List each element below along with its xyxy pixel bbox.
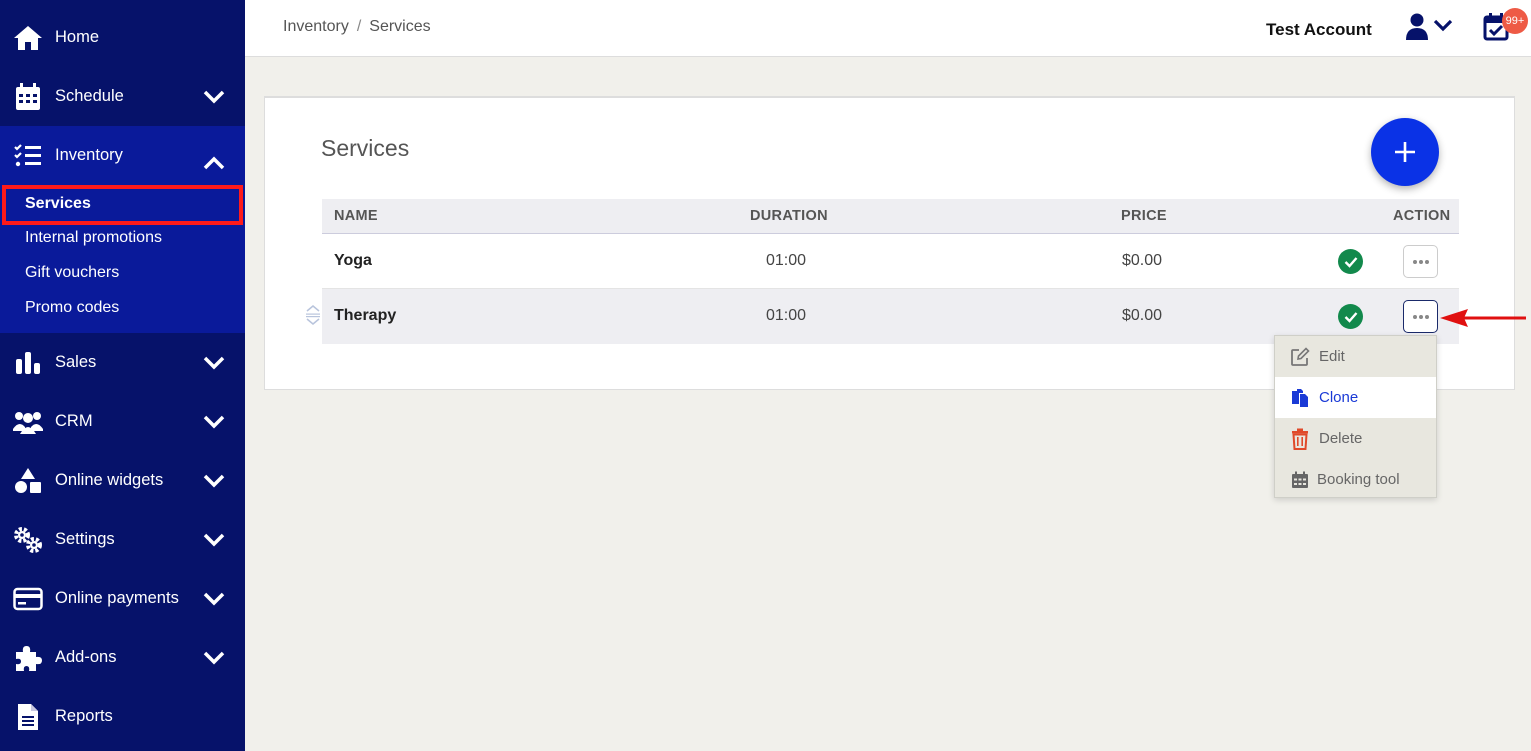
plus-icon [1395,142,1415,162]
sidebar-item-label: Online payments [55,589,179,607]
sidebar-item-online-payments[interactable]: Online payments [0,569,245,628]
column-header-name[interactable]: NAME [334,208,378,224]
sidebar-item-sales[interactable]: Sales [0,333,245,392]
breadcrumb-inventory[interactable]: Inventory [283,18,349,36]
document-icon [12,702,44,732]
annotation-arrow-icon [1440,309,1526,327]
copy-icon [1289,387,1311,409]
service-name: Yoga [334,252,372,269]
gears-icon [12,525,44,555]
menu-item-label: Booking tool [1317,471,1400,488]
service-name: Therapy [334,307,397,324]
menu-item-booking-tool[interactable]: Booking tool [1275,459,1436,500]
calendar-icon [1289,469,1311,491]
active-check-icon [1338,304,1363,329]
sidebar-subitem-promo-codes[interactable]: Promo codes [25,299,119,317]
sidebar-item-online-widgets[interactable]: Online widgets [0,451,245,510]
puzzle-icon [12,643,44,673]
trash-icon [1289,428,1311,450]
row-actions-button[interactable] [1403,300,1438,333]
sidebar-item-label: Schedule [55,87,124,105]
sidebar-item-inventory[interactable]: Inventory [0,126,245,185]
sidebar-item-schedule[interactable]: Schedule [0,67,245,126]
service-duration: 01:00 [766,252,807,269]
chevron-down-icon [203,651,225,664]
shapes-icon [12,466,44,496]
chevron-down-icon [203,356,225,369]
sidebar-item-label: Add-ons [55,648,117,666]
credit-card-icon [12,584,44,614]
service-price: $0.00 [1122,307,1163,324]
bar-chart-icon [12,348,44,378]
breadcrumb-separator: / [356,18,362,35]
table-header: NAME DURATION PRICE ACTION [322,199,1459,234]
calendar-icon [12,82,44,112]
edit-icon [1289,346,1311,368]
sidebar-item-label: Home [55,28,100,46]
sidebar-subitem-services[interactable]: Services [2,185,243,225]
service-duration: 01:00 [766,307,807,324]
chevron-down-icon [203,90,225,103]
chevron-up-icon [203,156,225,169]
drag-handle-icon[interactable] [304,303,322,327]
notification-badge: 99+ [1502,8,1528,34]
column-header-duration[interactable]: DURATION [750,208,828,224]
menu-item-delete[interactable]: Delete [1275,418,1436,459]
sidebar-subitem-internal-promotions[interactable]: Internal promotions [25,229,162,247]
sidebar-subitem-gift-vouchers[interactable]: Gift vouchers [25,264,119,282]
chevron-down-icon [203,592,225,605]
chevron-down-icon [203,533,225,546]
menu-item-edit[interactable]: Edit [1275,336,1436,377]
sidebar-item-label: Sales [55,353,97,371]
table-row: Yoga 01:00 $0.00 [322,234,1459,289]
checklist-icon [12,141,44,171]
top-bar: Inventory / Services Test Account 99+ [245,0,1531,57]
sidebar-item-home[interactable]: Home [0,8,245,67]
page-title: Services [321,135,410,161]
sidebar-item-label: Reports [55,707,113,725]
add-service-button[interactable] [1371,118,1439,186]
sidebar-item-crm[interactable]: CRM [0,392,245,451]
ellipsis-icon [1412,259,1429,264]
breadcrumb: Inventory / Services [283,18,431,36]
sidebar-item-label: Settings [55,530,115,548]
sidebar-item-settings[interactable]: Settings [0,510,245,569]
column-header-action: ACTION [1393,208,1451,224]
account-name: Test Account [1266,20,1372,39]
chevron-down-icon [203,415,225,428]
sidebar-item-reports[interactable]: Reports [0,687,245,746]
service-price: $0.00 [1122,252,1163,269]
row-actions-menu: Edit Clone Delete Booking tool [1274,335,1437,498]
active-check-icon [1338,249,1363,274]
column-header-price[interactable]: PRICE [1121,208,1167,224]
home-icon [12,23,44,53]
menu-item-label: Edit [1319,348,1345,365]
sidebar: Home Schedule Inventory Services Interna… [0,0,245,751]
users-icon [12,407,44,437]
menu-item-label: Delete [1319,430,1363,447]
sidebar-item-add-ons[interactable]: Add-ons [0,628,245,687]
sidebar-item-label: Online widgets [55,471,164,489]
ellipsis-icon [1412,314,1429,319]
sidebar-subitem-label: Services [25,195,91,212]
menu-item-label: Clone [1319,389,1359,406]
user-menu-icon[interactable] [1403,12,1455,42]
menu-item-clone[interactable]: Clone [1275,377,1436,418]
breadcrumb-services: Services [369,18,431,35]
chevron-down-icon [203,474,225,487]
sidebar-item-label: CRM [55,412,93,430]
sidebar-item-label: Inventory [55,146,123,164]
row-actions-button[interactable] [1403,245,1438,278]
